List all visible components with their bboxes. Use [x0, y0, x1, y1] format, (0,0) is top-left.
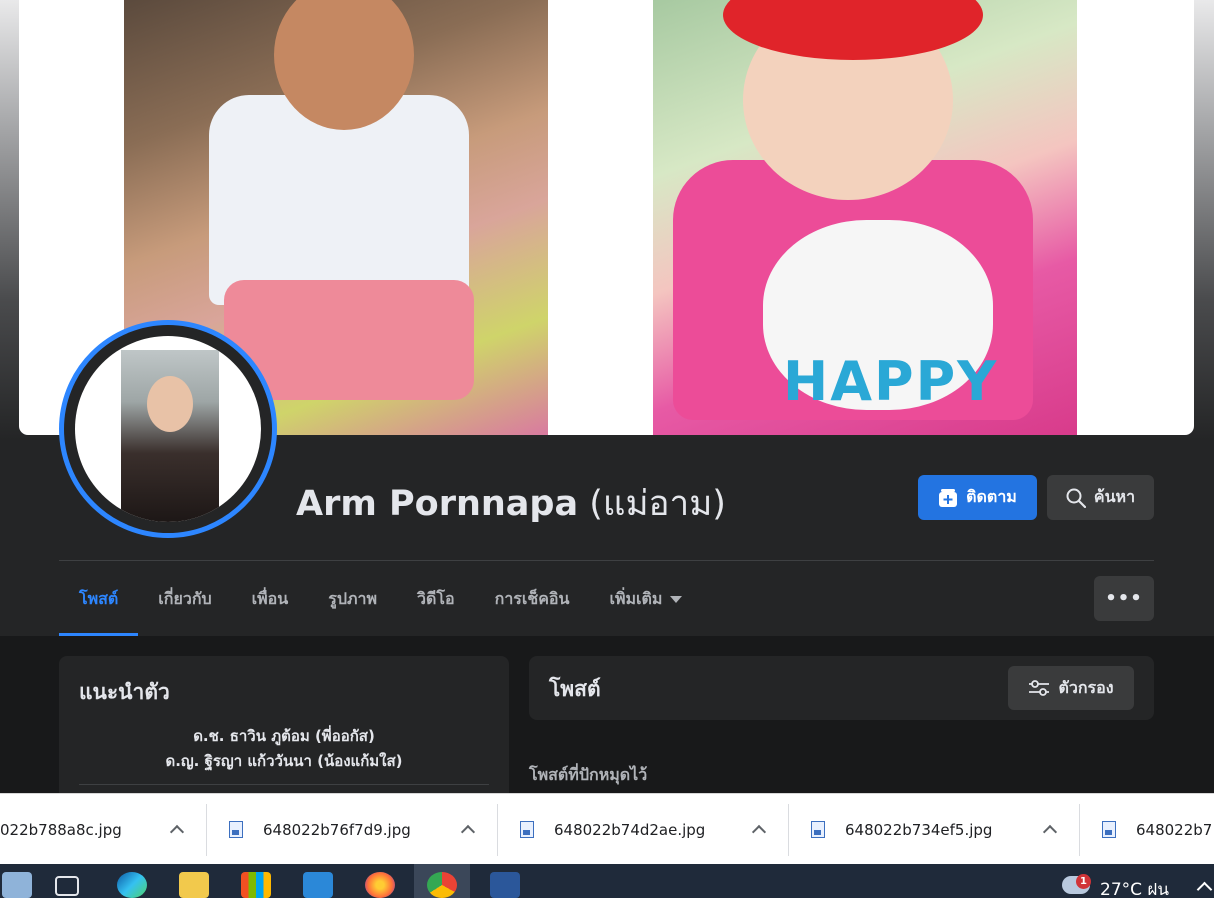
store-icon[interactable]: [241, 872, 271, 898]
file-icon: [811, 821, 825, 838]
profile-tabs: โพสต์ เกี่ยวกับ เพื่อน รูปภาพ วิดีโอ การ…: [59, 562, 702, 636]
file-icon: [520, 821, 534, 838]
filter-button[interactable]: ตัวกรอง: [1008, 666, 1134, 710]
download-filename: 648022b76f7d9.jpg: [263, 820, 411, 839]
follow-button[interactable]: ติดตาม: [918, 475, 1037, 520]
tab-more[interactable]: เพิ่มเติม: [589, 562, 702, 636]
chevron-up-icon[interactable]: [1042, 824, 1058, 840]
start-icon[interactable]: [2, 872, 32, 898]
windows-taskbar: [0, 864, 1214, 898]
chevron-up-icon[interactable]: [169, 824, 185, 840]
shirt-print-text: HAPPY: [783, 350, 999, 413]
tab-videos[interactable]: วิดีโอ: [397, 562, 475, 636]
file-explorer-icon[interactable]: [179, 872, 209, 898]
chevron-up-icon[interactable]: [751, 824, 767, 840]
profile-avatar[interactable]: [59, 320, 277, 538]
tab-about[interactable]: เกี่ยวกับ: [138, 562, 231, 636]
intro-divider: [79, 784, 489, 785]
chrome-icon[interactable]: [427, 872, 457, 898]
ellipsis-icon: •••: [1105, 588, 1143, 609]
intro-bio-line: ด.ญ. ฐิรญา แก้ววันนา (น้องแก้มใส): [165, 752, 403, 770]
download-item[interactable]: 648022b71: [1102, 794, 1214, 865]
cover-photo-baby: HAPPY: [653, 0, 1077, 435]
posts-title: โพสต์: [549, 677, 601, 701]
avatar-image: [75, 336, 261, 522]
header-divider: [59, 560, 1154, 561]
search-icon: [1066, 488, 1086, 508]
edge-icon[interactable]: [117, 872, 147, 898]
tab-checkins[interactable]: การเช็คอิน: [475, 562, 590, 636]
tab-posts[interactable]: โพสต์: [59, 562, 139, 636]
follow-button-label: ติดตาม: [966, 487, 1017, 506]
weather-text[interactable]: 27°C ฝน: [1100, 876, 1169, 898]
download-item[interactable]: 648022b734ef5.jpg: [811, 794, 992, 865]
filter-button-label: ตัวกรอง: [1058, 677, 1114, 697]
tab-friends[interactable]: เพื่อน: [232, 562, 309, 636]
posts-header-card: โพสต์ ตัวกรอง: [529, 656, 1154, 720]
weather-notification-badge: 1: [1076, 874, 1091, 889]
profile-nickname: (แม่อาม): [589, 484, 726, 524]
download-bar: 022b788a8c.jpg 648022b76f7d9.jpg 648022b…: [0, 793, 1214, 864]
follow-icon: [939, 488, 958, 507]
mail-icon[interactable]: [303, 872, 333, 898]
word-icon[interactable]: [490, 872, 520, 898]
download-item[interactable]: 648022b74d2ae.jpg: [520, 794, 705, 865]
download-filename: 648022b74d2ae.jpg: [554, 820, 706, 839]
download-item[interactable]: 022b788a8c.jpg: [0, 794, 122, 865]
tab-photos[interactable]: รูปภาพ: [308, 562, 397, 636]
search-button[interactable]: ค้นหา: [1047, 475, 1154, 520]
filter-icon: [1029, 680, 1050, 696]
download-item[interactable]: 648022b76f7d9.jpg: [229, 794, 411, 865]
intro-bio-line: ด.ช. ธาวิน ภูต้อม (พี่ออกัส): [193, 727, 375, 745]
download-filename: 648022b71: [1136, 820, 1214, 839]
file-icon: [1102, 821, 1116, 838]
intro-title: แนะนำตัว: [79, 680, 170, 704]
more-options-button[interactable]: •••: [1094, 576, 1154, 621]
pinned-posts-heading: โพสต์ที่ปักหมุดไว้: [529, 765, 648, 784]
profile-name-main: Arm Pornnapa: [296, 484, 579, 524]
download-filename: 022b788a8c.jpg: [0, 820, 122, 839]
search-button-label: ค้นหา: [1093, 487, 1136, 506]
chevron-up-icon[interactable]: [460, 824, 476, 840]
file-icon: [229, 821, 243, 838]
download-filename: 648022b734ef5.jpg: [845, 820, 993, 839]
caret-down-icon: [670, 595, 683, 603]
task-view-icon[interactable]: [55, 876, 79, 896]
firefox-icon[interactable]: [365, 872, 395, 898]
profile-name: Arm Pornnapa (แม่อาม): [296, 476, 726, 531]
